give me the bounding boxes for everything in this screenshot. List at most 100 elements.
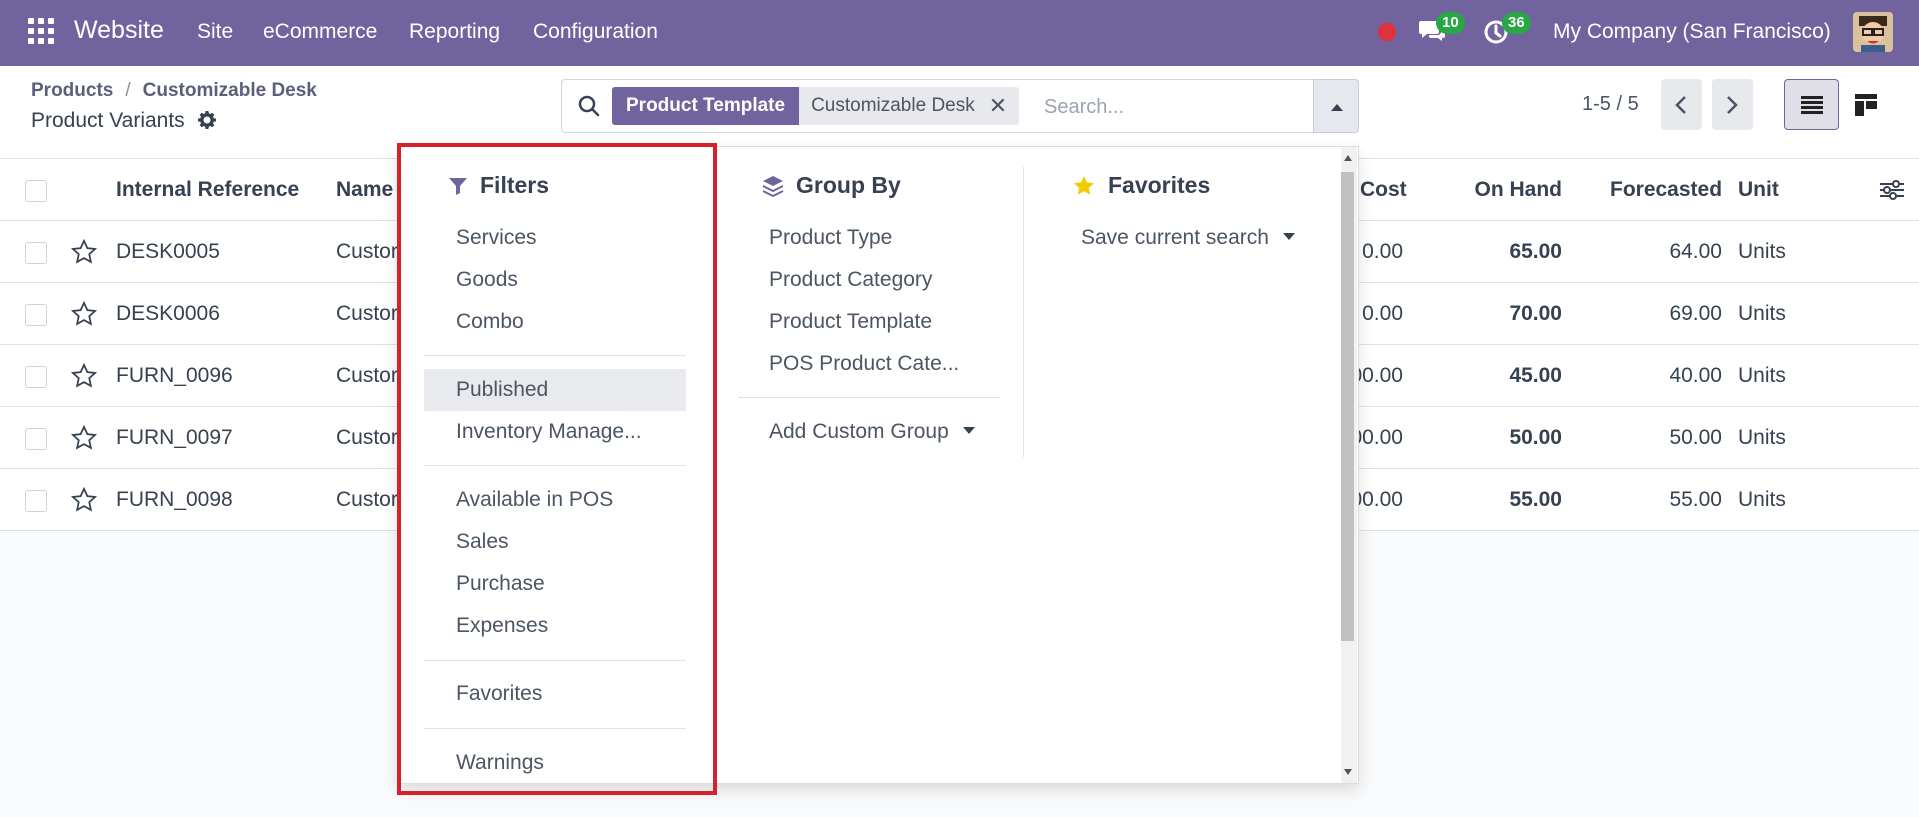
kanban-view-button[interactable] (1839, 79, 1894, 130)
company-switcher[interactable]: My Company (San Francisco) (1553, 20, 1831, 44)
scrollbar-thumb[interactable] (1341, 172, 1354, 641)
facet-value-text: Customizable Desk (811, 95, 975, 116)
cell-unit: Units (1738, 488, 1786, 511)
apps-grid-icon[interactable] (28, 18, 54, 44)
divider (738, 397, 1000, 398)
search-input[interactable] (1044, 90, 1304, 124)
kanban-icon (1855, 94, 1877, 116)
pager-previous-button[interactable] (1661, 79, 1702, 130)
row-checkbox[interactable] (25, 304, 47, 326)
scroll-up-arrow-icon[interactable] (1344, 155, 1352, 161)
pager-value[interactable]: 1-5 / 5 (1582, 93, 1639, 116)
pager-next-button[interactable] (1712, 79, 1753, 130)
star-icon[interactable] (70, 486, 98, 514)
cell-on-hand: 65.00 (1509, 240, 1562, 263)
cell-forecasted: 50.00 (1669, 426, 1722, 449)
groupby-pos-product-category[interactable]: POS Product Cate... (769, 352, 959, 376)
user-avatar[interactable] (1853, 12, 1893, 52)
col-name[interactable]: Name (336, 178, 393, 202)
column-divider (1023, 167, 1024, 457)
cell-ref: DESK0006 (116, 302, 220, 325)
add-custom-group-label: Add Custom Group (769, 420, 949, 443)
cell-forecasted: 55.00 (1669, 488, 1722, 511)
cell-name: Custor (336, 488, 398, 511)
select-all-checkbox[interactable] (25, 180, 47, 202)
scroll-down-arrow-icon[interactable] (1344, 769, 1352, 775)
list-icon (1801, 96, 1823, 114)
close-icon[interactable]: ✕ (989, 87, 1007, 125)
save-current-search[interactable]: Save current search (1081, 226, 1295, 250)
annotation-highlight-box (397, 143, 717, 795)
col-internal-reference[interactable]: Internal Reference (116, 178, 299, 202)
cell-name: Custor (336, 240, 398, 263)
groupby-product-category[interactable]: Product Category (769, 268, 932, 292)
save-current-search-label: Save current search (1081, 226, 1269, 249)
groupby-product-type[interactable]: Product Type (769, 226, 892, 250)
menu-reporting[interactable]: Reporting (409, 20, 500, 44)
row-checkbox[interactable] (25, 366, 47, 388)
add-custom-group-select[interactable]: Add Custom Group (769, 420, 975, 444)
col-on-hand[interactable]: On Hand (1474, 178, 1563, 202)
breadcrumb: Products / Customizable Desk (31, 80, 317, 102)
cell-on-hand: 50.00 (1509, 426, 1562, 449)
cell-name: Custor (336, 364, 398, 387)
row-checkbox[interactable] (25, 428, 47, 450)
cell-on-hand: 70.00 (1509, 302, 1562, 325)
chevron-right-icon (1727, 96, 1738, 114)
star-icon[interactable] (70, 300, 98, 328)
favorites-title: Favorites (1072, 172, 1210, 199)
activities-count-badge: 36 (1502, 12, 1531, 34)
cell-ref: FURN_0098 (116, 488, 233, 511)
breadcrumb-products[interactable]: Products (31, 80, 113, 101)
caret-up-icon (1331, 104, 1343, 111)
layers-icon (762, 175, 784, 197)
optional-columns-icon[interactable] (1879, 178, 1905, 202)
cell-ref: FURN_0097 (116, 426, 233, 449)
cell-unit: Units (1738, 240, 1786, 263)
col-forecasted[interactable]: Forecasted (1610, 178, 1722, 202)
search-icon[interactable] (577, 94, 601, 118)
row-checkbox[interactable] (25, 490, 47, 512)
caret-down-icon (962, 427, 975, 434)
group-by-title: Group By (762, 172, 901, 199)
star-filled-icon (1074, 175, 1094, 195)
col-unit[interactable]: Unit (1738, 178, 1779, 202)
cell-unit: Units (1738, 426, 1786, 449)
menu-site[interactable]: Site (197, 20, 233, 44)
chevron-left-icon (1675, 96, 1686, 114)
facet-value: Customizable Desk ✕ (799, 87, 1020, 125)
cell-forecasted: 40.00 (1669, 364, 1722, 387)
messages-count-badge: 10 (1436, 12, 1465, 34)
search-panel-toggle-button[interactable] (1313, 79, 1359, 133)
breadcrumb-separator: / (125, 80, 131, 101)
star-icon[interactable] (70, 362, 98, 390)
cell-ref: DESK0005 (116, 240, 220, 263)
list-view-button[interactable] (1784, 79, 1839, 130)
gear-icon[interactable] (197, 110, 217, 130)
top-navbar: Website Site eCommerce Reporting Configu… (0, 0, 1919, 66)
menu-ecommerce[interactable]: eCommerce (263, 20, 377, 44)
row-checkbox[interactable] (25, 242, 47, 264)
cell-on-hand: 55.00 (1509, 488, 1562, 511)
cell-unit: Units (1738, 302, 1786, 325)
cell-unit: Units (1738, 364, 1786, 387)
page-title: Product Variants (31, 109, 217, 133)
col-cost[interactable]: Cost (1360, 178, 1407, 202)
caret-down-icon (1282, 233, 1295, 240)
favorites-title-text: Favorites (1108, 172, 1211, 198)
group-by-title-text: Group By (796, 172, 901, 198)
star-icon[interactable] (70, 424, 98, 452)
search-bar: Product Template Customizable Desk ✕ (561, 79, 1359, 133)
menu-configuration[interactable]: Configuration (533, 20, 658, 44)
app-name[interactable]: Website (74, 16, 164, 45)
recording-indicator-icon[interactable] (1378, 23, 1396, 41)
search-facet: Product Template Customizable Desk ✕ (612, 87, 1020, 125)
cell-forecasted: 64.00 (1669, 240, 1722, 263)
cell-on-hand: 45.00 (1509, 364, 1562, 387)
cell-name: Custor (336, 426, 398, 449)
star-icon[interactable] (70, 238, 98, 266)
groupby-product-template[interactable]: Product Template (769, 310, 932, 334)
breadcrumb-customizable-desk[interactable]: Customizable Desk (143, 80, 317, 101)
cell-ref: FURN_0096 (116, 364, 233, 387)
dropdown-scrollbar[interactable] (1341, 147, 1357, 783)
